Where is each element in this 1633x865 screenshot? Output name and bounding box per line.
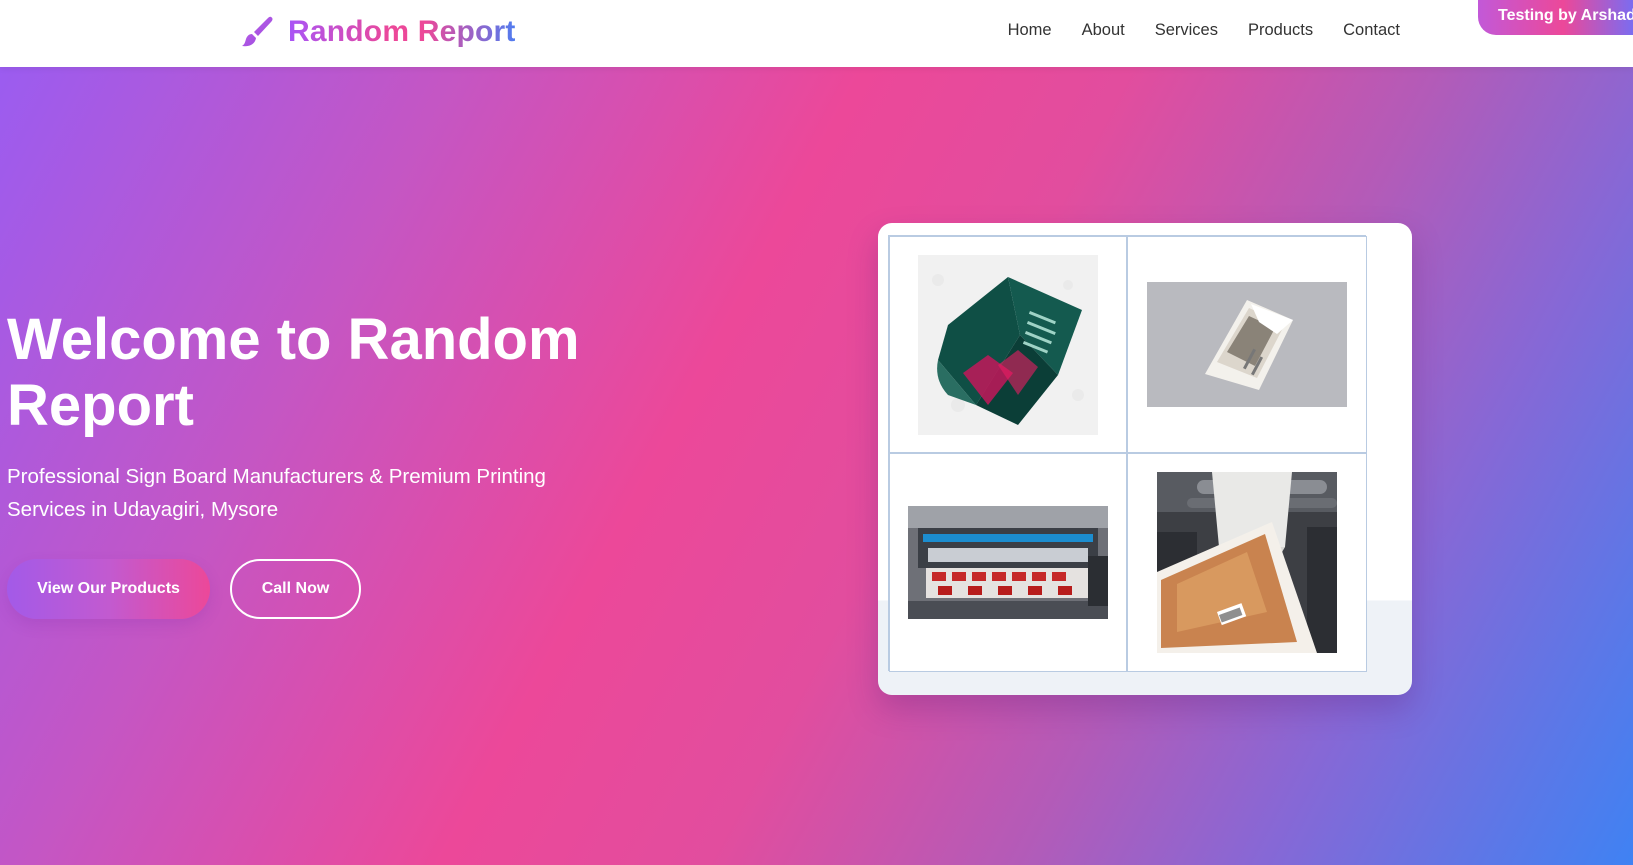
large-format-printer-image[interactable] bbox=[908, 506, 1108, 619]
view-products-button[interactable]: View Our Products bbox=[7, 559, 210, 619]
nav-contact[interactable]: Contact bbox=[1343, 21, 1400, 40]
grid-cell-magazine bbox=[889, 236, 1127, 453]
grid-cell-printer bbox=[889, 453, 1127, 672]
nav-about[interactable]: About bbox=[1082, 21, 1125, 40]
nav-products[interactable]: Products bbox=[1248, 21, 1313, 40]
logo-text: Random Report bbox=[288, 15, 516, 48]
paint-brush-icon bbox=[242, 16, 273, 47]
grid-cell-brochure bbox=[1127, 236, 1367, 453]
nav-services[interactable]: Services bbox=[1155, 21, 1218, 40]
main-nav: Home About Services Products Contact bbox=[1008, 21, 1400, 40]
offset-press-image[interactable] bbox=[1157, 472, 1337, 653]
site-header: Random Report Home About Services Produc… bbox=[0, 0, 1633, 67]
nav-home[interactable]: Home bbox=[1008, 21, 1052, 40]
product-image-grid bbox=[888, 235, 1367, 672]
hero-section: Welcome to Random Report Professional Si… bbox=[0, 67, 1633, 865]
call-now-button[interactable]: Call Now bbox=[230, 559, 361, 619]
grid-cell-offset-press bbox=[1127, 453, 1367, 672]
hero-title: Welcome to Random Report bbox=[7, 307, 580, 438]
hero-subtitle: Professional Sign Board Manufacturers & … bbox=[7, 465, 546, 521]
testing-badge: Testing by Arshad bbox=[1478, 0, 1633, 35]
product-showcase-card bbox=[878, 223, 1412, 695]
logo[interactable]: Random Report bbox=[240, 14, 516, 50]
brochure-image[interactable] bbox=[1147, 282, 1347, 407]
magazine-image[interactable] bbox=[918, 254, 1098, 435]
